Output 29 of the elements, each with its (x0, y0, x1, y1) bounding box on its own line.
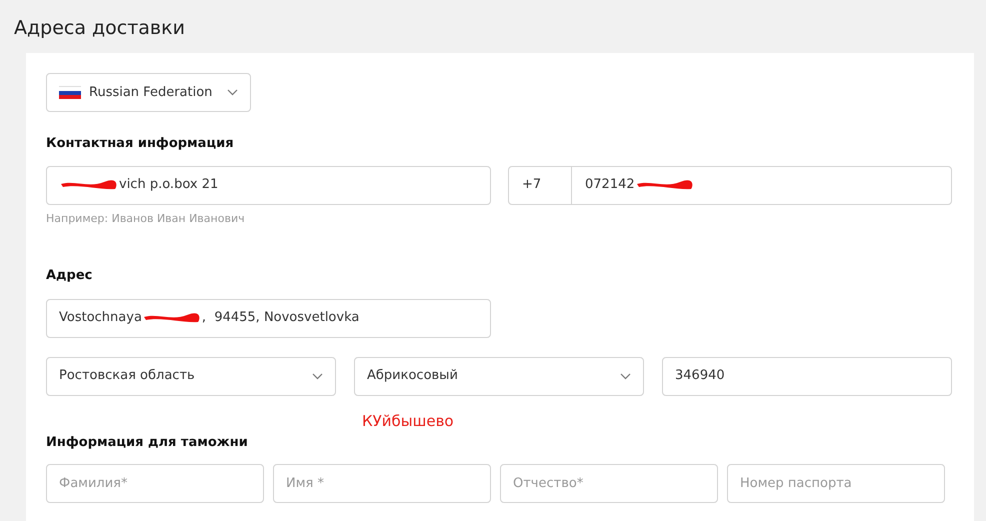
phone-field[interactable]: +7 072142 (508, 166, 952, 204)
section-heading: Контактная информация (46, 135, 235, 153)
text-field[interactable]: 346940 (662, 356, 952, 396)
redaction-scribble (59, 178, 119, 192)
text-field[interactable]: Имя * (273, 464, 491, 503)
redaction-scribble (634, 178, 695, 192)
page-title: Адреса доставки (13, 16, 186, 41)
select-field[interactable]: Абрикосовый (354, 356, 644, 396)
text-field[interactable]: Фамилия* (46, 464, 264, 503)
text-field[interactable]: Номер паспорта (727, 464, 945, 503)
select-field[interactable]: Ростовская область (46, 356, 336, 396)
field-value: vich p.o.box 21 (119, 176, 218, 194)
country-select[interactable]: Russian Federation (46, 73, 251, 112)
text-field[interactable]: Vostochnaya , 94455, Novosvetlovka (46, 298, 491, 338)
annotation-text: КУйбышево (362, 412, 455, 430)
russia-flag-icon (59, 86, 81, 100)
field-value: , 94455, Novosvetlovka (202, 309, 360, 328)
chevron-down-icon (620, 372, 631, 380)
chevron-down-icon (227, 89, 238, 96)
text-field[interactable]: vich p.o.box 21 (46, 166, 491, 204)
phone-number: 072142 (585, 176, 635, 194)
redaction-scribble (142, 311, 202, 325)
field-hint: Например: Иванов Иван Иванович (46, 210, 246, 226)
field-value: Vostochnaya (59, 309, 142, 328)
chevron-down-icon (312, 372, 323, 380)
section-heading: Адрес (46, 267, 94, 285)
country-code: +7 (509, 166, 572, 204)
section-heading: Информация для таможни (46, 434, 249, 452)
text-field[interactable]: Отчество* (500, 464, 718, 503)
